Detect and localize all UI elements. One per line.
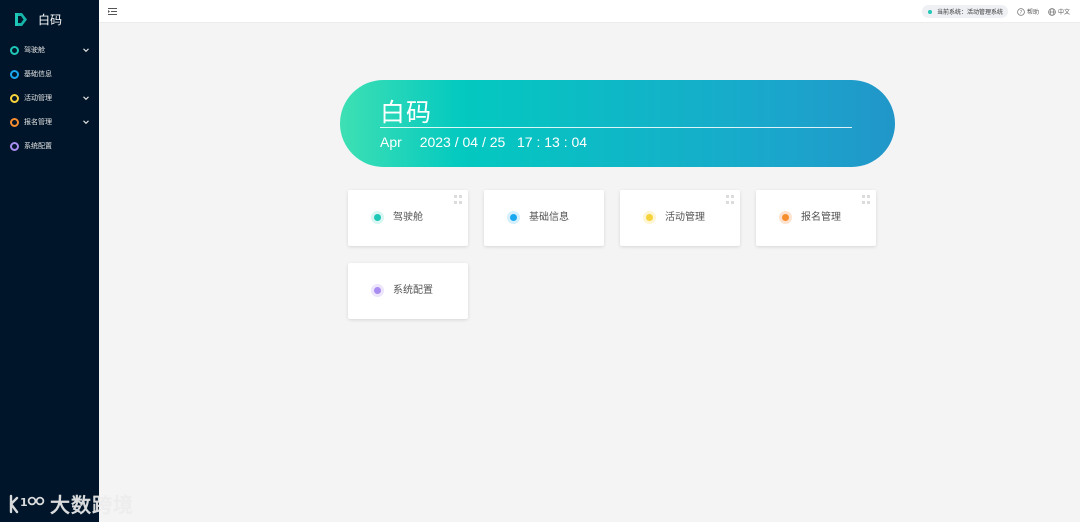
status-dot-icon: [927, 9, 932, 14]
sidebar-item-label: 活动管理: [24, 95, 52, 102]
banner-datetime: Apr 2023 / 04 / 25 17 : 13 : 04: [380, 134, 587, 150]
drag-handle-icon[interactable]: [454, 195, 463, 204]
shortcut-card-registration-management[interactable]: 报名管理: [756, 190, 876, 246]
sidebar-item-registration-management[interactable]: 报名管理: [0, 110, 99, 134]
banner-title: 白码: [380, 99, 433, 127]
status-dot-icon: [10, 45, 19, 55]
app-logo[interactable]: 白码: [0, 0, 99, 38]
banner-divider: [380, 127, 852, 128]
help-icon: ?: [1017, 7, 1025, 16]
app-name: 白码: [38, 12, 63, 27]
status-dot-icon: [10, 117, 19, 127]
card-label: 驾驶舱: [393, 212, 423, 223]
status-dot-icon: [643, 211, 656, 224]
shortcut-card-basic-info[interactable]: 基础信息: [484, 190, 604, 246]
banner-time: 17 : 13 : 04: [517, 134, 588, 150]
menu-fold-icon[interactable]: [108, 7, 117, 16]
status-dot-icon: [10, 93, 19, 103]
globe-icon: [1048, 7, 1056, 16]
language-label: 中文: [1057, 10, 1070, 16]
drag-handle-icon[interactable]: [862, 195, 871, 204]
card-label: 报名管理: [801, 212, 841, 223]
chevron-down-icon: [83, 96, 89, 101]
welcome-banner: 白码 Apr 2023 / 04 / 25 17 : 13 : 04: [340, 80, 895, 167]
svg-text:?: ?: [1020, 10, 1023, 16]
shortcut-card-activity-management[interactable]: 活动管理: [620, 190, 740, 246]
current-system-label: 当前系统：活动管理系统: [936, 10, 1003, 16]
watermark-text: 大数跨境: [50, 495, 134, 517]
card-label: 系统配置: [393, 285, 433, 296]
sidebar-item-cockpit[interactable]: 驾驶舱: [0, 38, 99, 62]
drag-handle-icon[interactable]: [726, 195, 735, 204]
chevron-down-icon: [83, 48, 89, 53]
sidebar-item-label: 系统配置: [24, 143, 52, 150]
language-switcher[interactable]: 中文: [1048, 7, 1070, 16]
card-label: 活动管理: [665, 212, 705, 223]
logo-icon: [15, 12, 27, 26]
banner-date: 2023 / 04 / 25: [419, 134, 506, 150]
svg-text:1: 1: [20, 496, 28, 509]
sidebar-item-basic-info[interactable]: 基础信息: [0, 62, 99, 86]
shortcut-card-cockpit[interactable]: 驾驶舱: [348, 190, 468, 246]
status-dot-icon: [371, 211, 384, 224]
sidebar-item-activity-management[interactable]: 活动管理: [0, 86, 99, 110]
status-dot-icon: [10, 141, 19, 151]
sidebar-item-label: 报名管理: [24, 119, 52, 126]
watermark-logo-icon: 1: [9, 494, 45, 513]
top-bar: 当前系统：活动管理系统 ? 帮助 中文: [99, 0, 1080, 23]
status-dot-icon: [10, 69, 19, 79]
status-dot-icon: [371, 284, 384, 297]
help-label: 帮助: [1026, 10, 1039, 16]
status-dot-icon: [507, 211, 520, 224]
watermark: 1 大数跨境: [8, 489, 134, 518]
help-link[interactable]: ? 帮助: [1017, 7, 1039, 16]
card-label: 基础信息: [529, 212, 569, 223]
shortcut-card-system-config[interactable]: 系统配置: [348, 263, 468, 319]
status-dot-icon: [779, 211, 792, 224]
sidebar: 白码 驾驶舱 基础信息 活动管理 报名管理 系统配置: [0, 0, 99, 522]
chevron-down-icon: [83, 120, 89, 125]
sidebar-item-label: 基础信息: [24, 71, 52, 78]
banner-month: Apr: [380, 134, 402, 150]
current-system-switcher[interactable]: 当前系统：活动管理系统: [921, 5, 1008, 18]
sidebar-item-system-config[interactable]: 系统配置: [0, 134, 99, 158]
sidebar-item-label: 驾驶舱: [24, 47, 45, 54]
